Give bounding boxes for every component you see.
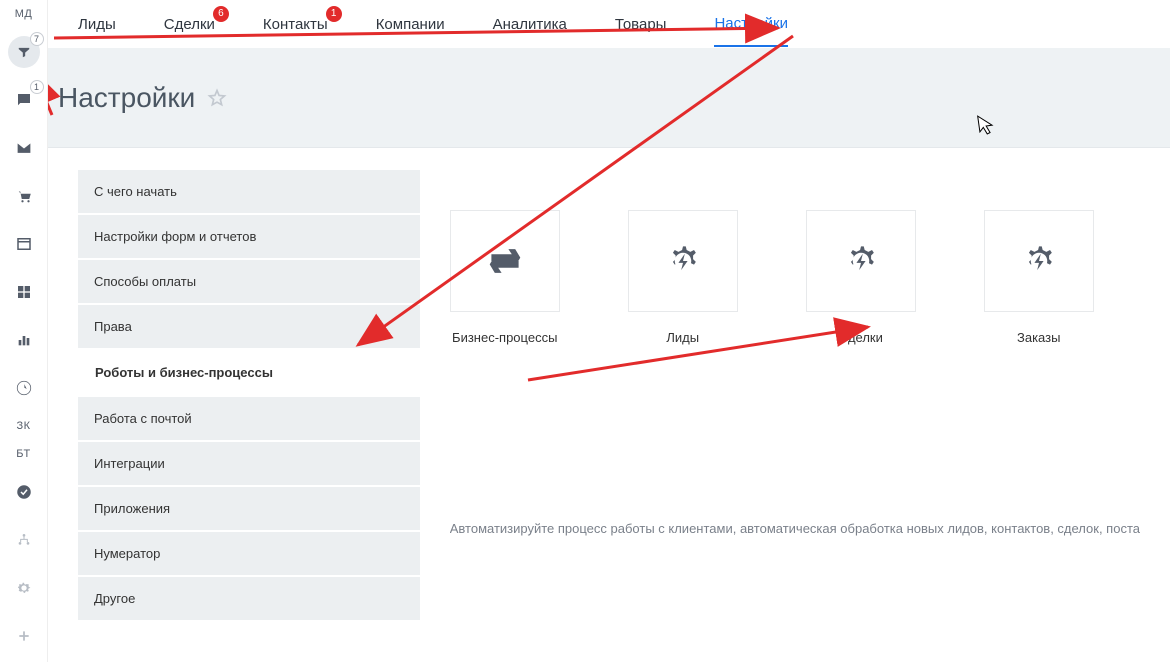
gearbolt-icon	[984, 210, 1094, 312]
rail-cart[interactable]	[8, 180, 40, 212]
hint-text: Автоматизируйте процесс работы с клиента…	[450, 521, 1140, 536]
tile[interactable]: Заказы	[984, 210, 1094, 345]
grid-icon	[16, 284, 32, 300]
rail-initials-1[interactable]: МД	[15, 8, 33, 20]
rail-initials-3[interactable]: БТ	[16, 448, 30, 460]
tab-badge: 1	[326, 6, 342, 22]
tile[interactable]: Сделки	[806, 210, 916, 345]
clock-icon	[15, 379, 33, 397]
tab-analytics[interactable]: Аналитика	[493, 2, 567, 46]
settings-item[interactable]: Нумератор	[78, 532, 420, 575]
tab-companies[interactable]: Компании	[376, 2, 445, 46]
cycle-icon	[450, 210, 560, 312]
tab-deals[interactable]: Сделки6	[164, 2, 215, 46]
check-circle-icon	[15, 483, 33, 501]
settings-menu: С чего начатьНастройки форм и отчетовСпо…	[78, 170, 420, 662]
left-rail: МД 7 1 ЗК БТ	[0, 0, 48, 662]
tile-label: Бизнес-процессы	[450, 330, 560, 345]
rail-clock[interactable]	[8, 372, 40, 404]
rail-sitemap[interactable]	[8, 524, 40, 556]
cart-icon	[15, 187, 33, 205]
mail-icon	[15, 139, 33, 157]
tab-leads[interactable]: Лиды	[78, 2, 116, 46]
star-icon[interactable]	[207, 88, 227, 108]
settings-item[interactable]: Настройки форм и отчетов	[78, 215, 420, 258]
rail-window[interactable]	[8, 228, 40, 260]
tile[interactable]: Бизнес-процессы	[450, 210, 560, 345]
settings-item[interactable]: Роботы и бизнес-процессы	[78, 350, 420, 395]
tab-label: Сделки	[164, 16, 215, 33]
tab-label: Лиды	[78, 16, 116, 33]
tab-label: Настройки	[714, 15, 788, 32]
rail-stats[interactable]	[8, 324, 40, 356]
rail-initials-2[interactable]: ЗК	[16, 420, 30, 432]
settings-item[interactable]: С чего начать	[78, 170, 420, 213]
settings-item[interactable]: Приложения	[78, 487, 420, 530]
gearbolt-icon	[628, 210, 738, 312]
rail-apps[interactable]	[8, 276, 40, 308]
settings-item[interactable]: Способы оплаты	[78, 260, 420, 303]
rail-funnel-badge: 7	[30, 32, 44, 46]
tab-settings[interactable]: Настройки	[714, 1, 788, 47]
window-icon	[15, 235, 33, 253]
tile-label: Сделки	[806, 330, 916, 345]
rail-chat-badge: 1	[30, 80, 44, 94]
funnel-icon	[17, 45, 31, 59]
gearbolt-icon	[806, 210, 916, 312]
tile-row: Бизнес-процессы Лиды Сделки Заказы	[450, 210, 1140, 345]
chat-bubble-icon	[15, 91, 33, 109]
rail-funnel[interactable]: 7	[8, 36, 40, 68]
page-title-wrap: Настройки	[58, 82, 227, 114]
tab-goods[interactable]: Товары	[615, 2, 667, 46]
plus-icon	[17, 629, 31, 643]
rail-check[interactable]	[8, 476, 40, 508]
top-tabs: Лиды Сделки6 Контакты1 Компании Аналитик…	[48, 0, 1170, 48]
right-pane: Бизнес-процессы Лиды Сделки Заказы Автом…	[450, 170, 1140, 662]
tile[interactable]: Лиды	[628, 210, 738, 345]
sitemap-icon	[16, 532, 32, 548]
gear-icon	[16, 580, 32, 596]
tab-label: Товары	[615, 16, 667, 33]
rail-chat[interactable]: 1	[8, 84, 40, 116]
rail-mail[interactable]	[8, 132, 40, 164]
tab-label: Контакты	[263, 16, 328, 33]
tab-badge: 6	[213, 6, 229, 22]
page-title: Настройки	[58, 82, 195, 114]
tab-label: Аналитика	[493, 16, 567, 33]
tile-label: Лиды	[628, 330, 738, 345]
settings-item[interactable]: Работа с почтой	[78, 397, 420, 440]
content: С чего начатьНастройки форм и отчетовСпо…	[48, 148, 1170, 662]
rail-add[interactable]	[8, 620, 40, 652]
settings-item[interactable]: Другое	[78, 577, 420, 620]
settings-item[interactable]: Права	[78, 305, 420, 348]
bar-chart-icon	[16, 332, 32, 348]
settings-item[interactable]: Интеграции	[78, 442, 420, 485]
tab-contacts[interactable]: Контакты1	[263, 2, 328, 46]
page-head: Настройки	[48, 48, 1170, 148]
rail-gear[interactable]	[8, 572, 40, 604]
tab-label: Компании	[376, 16, 445, 33]
tile-label: Заказы	[984, 330, 1094, 345]
